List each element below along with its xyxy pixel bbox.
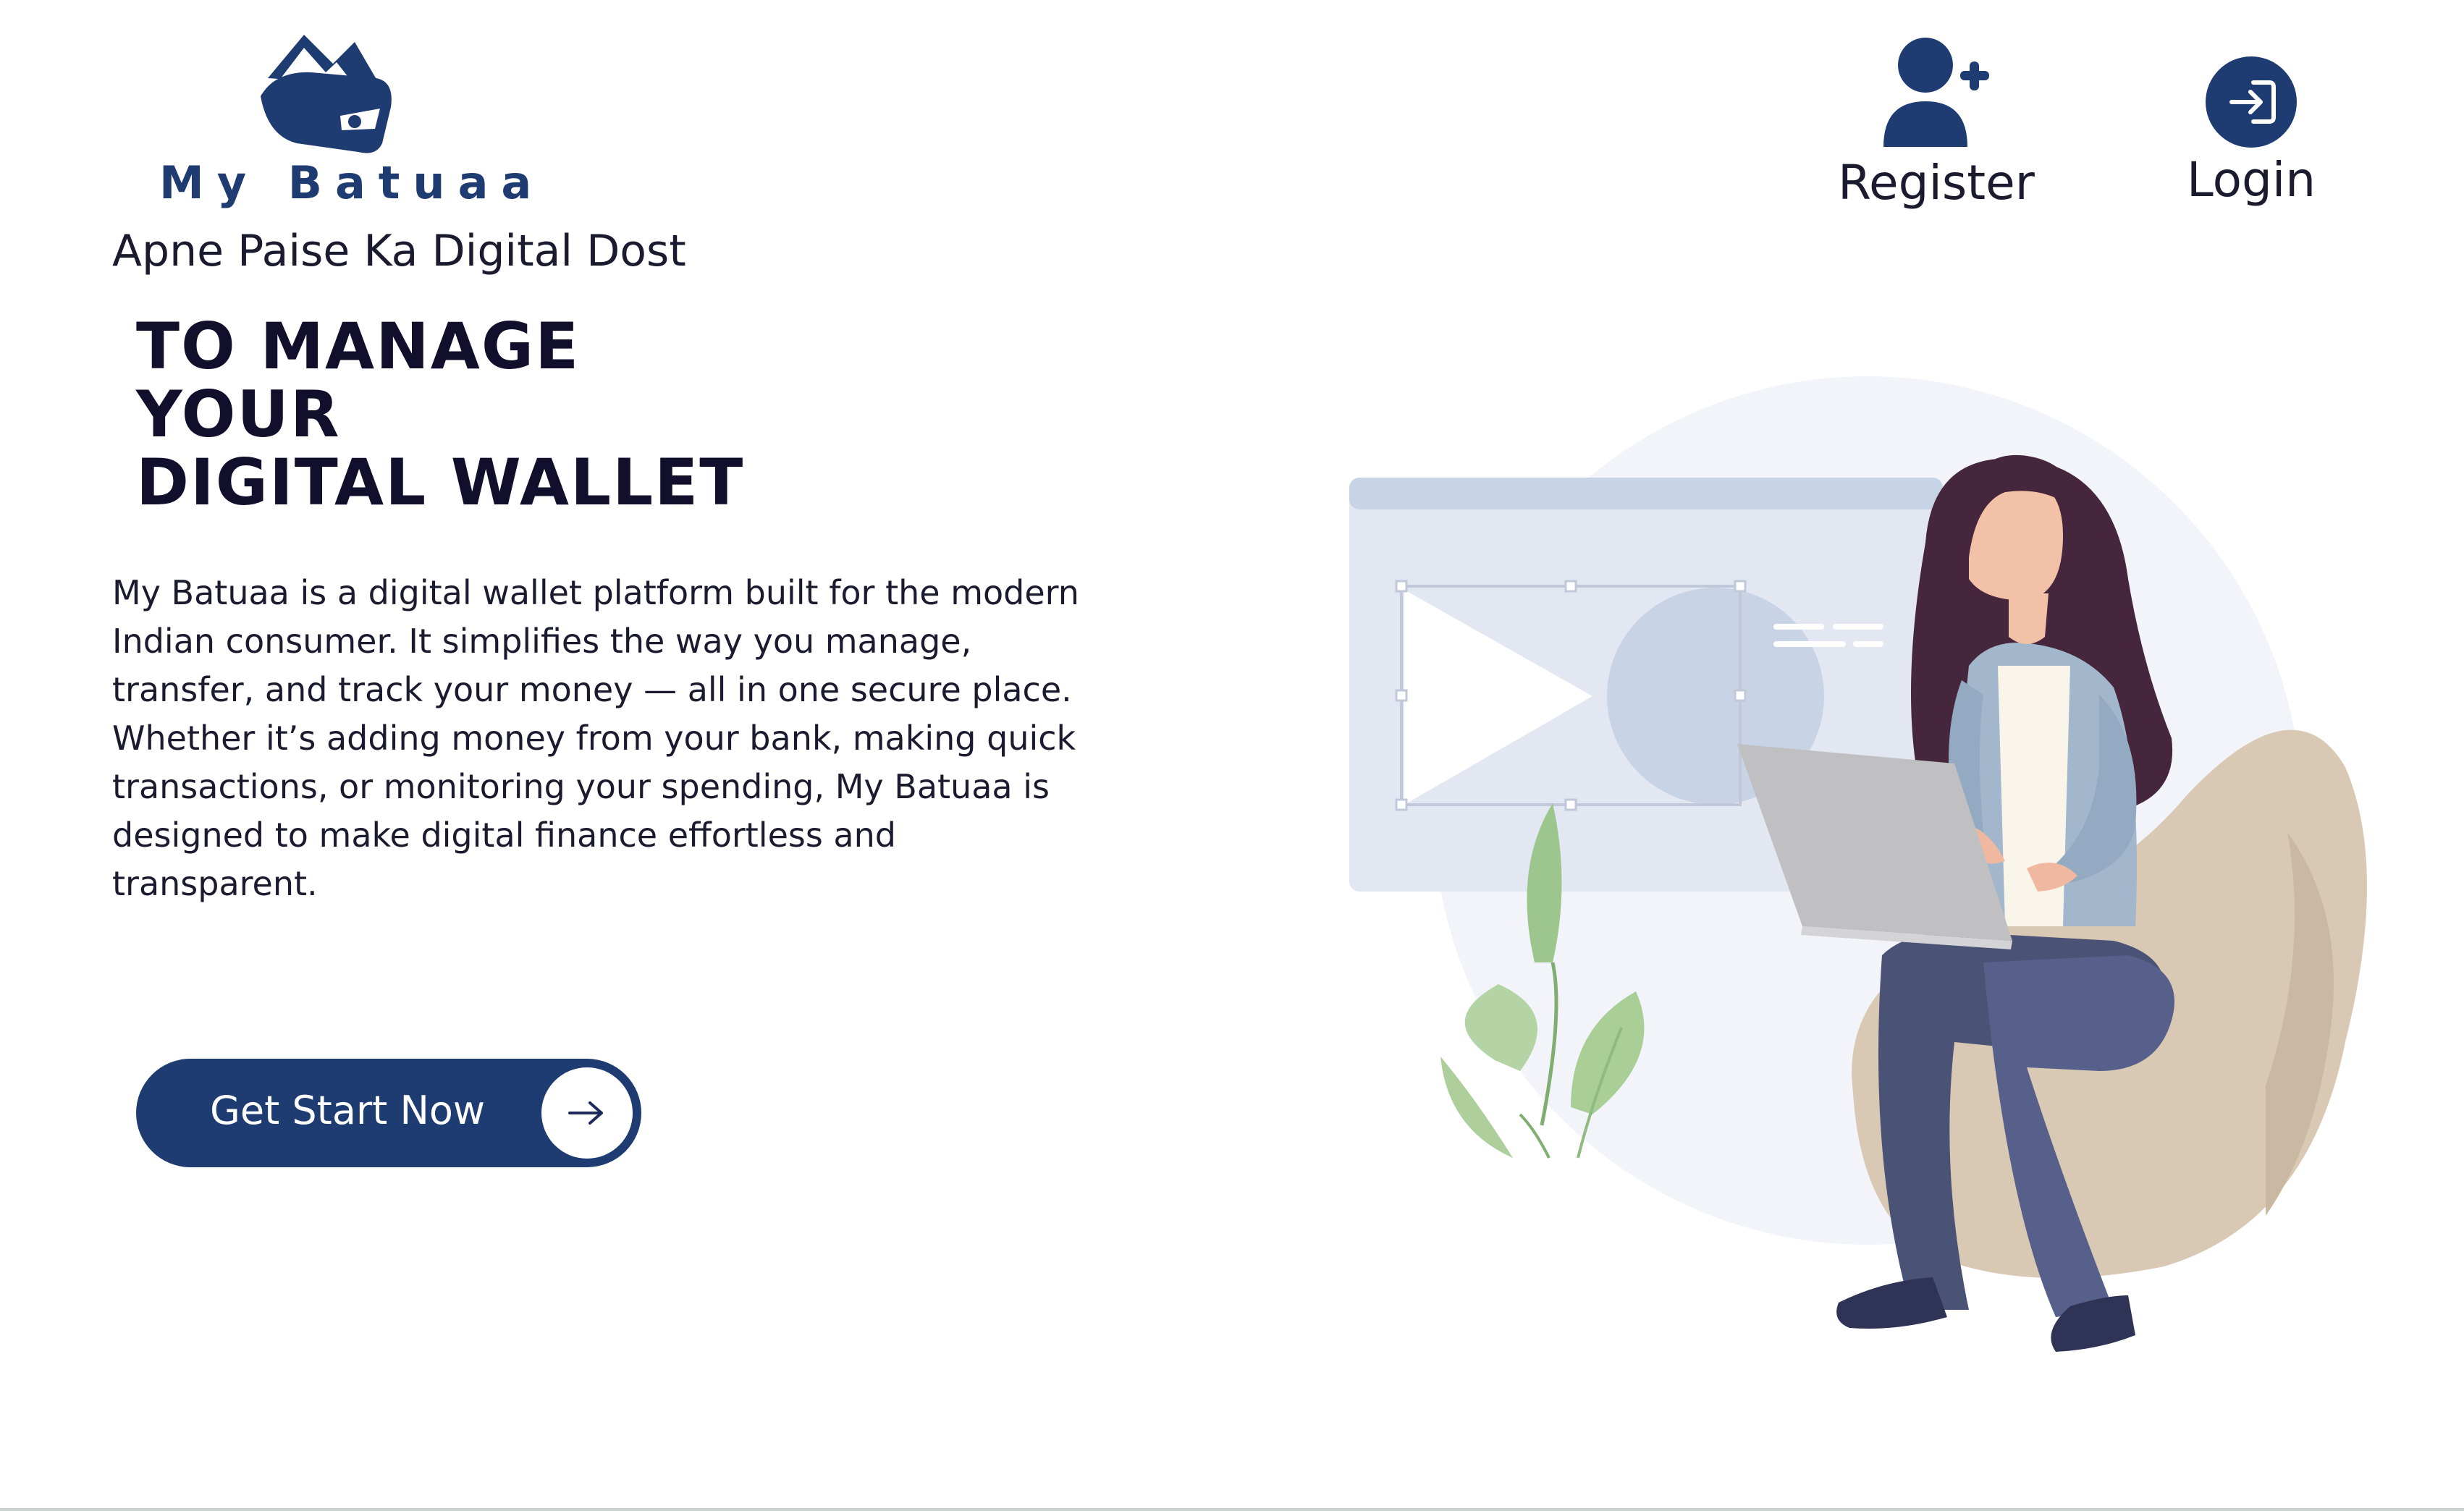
tagline: Apne Paise Ka Digital Dost <box>112 226 686 276</box>
logo-text: My Batuaa <box>159 156 545 209</box>
hero-headline: TO MANAGE YOUR DIGITAL WALLET <box>136 313 744 517</box>
hero-description: My Batuaa is a digital wallet platform b… <box>112 573 1079 903</box>
wallet-icon <box>261 35 392 153</box>
hero-illustration <box>1349 376 2367 1352</box>
arrow-right-icon <box>541 1067 633 1159</box>
headline-line-3: DIGITAL WALLET <box>136 445 745 520</box>
user-plus-icon <box>1883 38 1989 147</box>
get-started-label: Get Start Now <box>210 1088 486 1133</box>
headline-line-1: TO MANAGE <box>136 309 581 384</box>
bottom-divider <box>0 1508 2464 1511</box>
login-button[interactable]: Login <box>2164 56 2338 208</box>
sign-in-icon <box>2206 56 2297 148</box>
register-label: Register <box>1838 155 2035 211</box>
register-button[interactable]: Register <box>1831 35 2041 211</box>
login-label: Login <box>2186 152 2316 208</box>
brand-logo[interactable]: My Batuaa <box>152 27 531 216</box>
get-started-button[interactable]: Get Start Now <box>136 1059 641 1167</box>
headline-line-2: YOUR <box>136 377 341 452</box>
